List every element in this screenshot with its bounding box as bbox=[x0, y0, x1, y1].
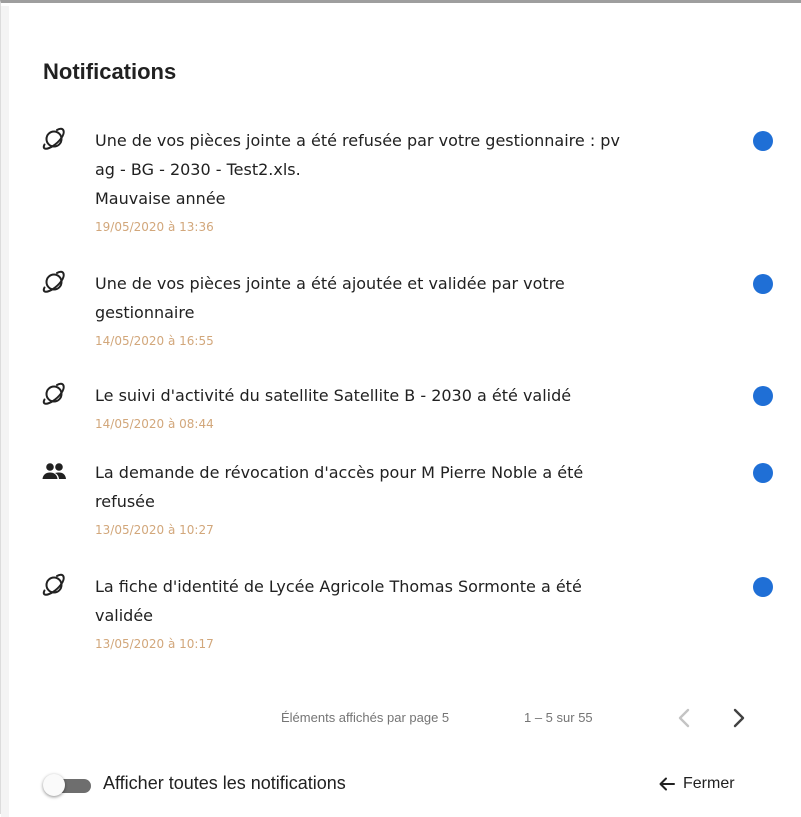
notification-message-line: Une de vos pièces jointe a été ajoutée e… bbox=[95, 274, 565, 293]
show-all-toggle[interactable] bbox=[43, 774, 93, 796]
panel-footer: Afficher toutes les notifications Fermer bbox=[9, 769, 799, 799]
satellite-icon bbox=[42, 382, 65, 405]
satellite-icon bbox=[42, 573, 65, 596]
toggle-knob bbox=[43, 774, 65, 796]
notification-date: 14/05/2020 à 16:55 bbox=[95, 334, 214, 348]
people-icon bbox=[42, 463, 66, 479]
paginator: Éléments affichés par page 5 1 – 5 sur 5… bbox=[9, 703, 799, 733]
notification-message-line: La fiche d'identité de Lycée Agricole Th… bbox=[95, 577, 582, 596]
notification-date: 13/05/2020 à 10:17 bbox=[95, 637, 214, 651]
next-page-button[interactable] bbox=[725, 703, 753, 733]
panel-title: Notifications bbox=[43, 59, 177, 84]
backdrop-strip bbox=[1, 6, 9, 817]
notification-content: Une de vos pièces jointe a été ajoutée e… bbox=[95, 269, 695, 351]
previous-page-button[interactable] bbox=[671, 703, 699, 733]
unread-dot[interactable] bbox=[753, 577, 773, 597]
arrow-left-icon bbox=[659, 777, 675, 791]
notification-content: Le suivi d'activité du satellite Satelli… bbox=[95, 381, 695, 434]
notification-message-line: refusée bbox=[95, 492, 155, 511]
notification-message-line: La demande de révocation d'accès pour M … bbox=[95, 463, 584, 482]
close-button-label: Fermer bbox=[683, 775, 735, 792]
unread-dot[interactable] bbox=[753, 274, 773, 294]
chevron-left-icon bbox=[678, 708, 690, 728]
satellite-icon bbox=[42, 127, 65, 150]
notification-message-line: ag - BG - 2030 - Test2.xls. bbox=[95, 160, 301, 179]
notification-message-line: gestionnaire bbox=[95, 303, 195, 322]
notification-content: La fiche d'identité de Lycée Agricole Th… bbox=[95, 572, 695, 654]
unread-dot[interactable] bbox=[753, 386, 773, 406]
items-per-page-label: Éléments affichés par page 5 bbox=[281, 710, 450, 725]
notification-date: 13/05/2020 à 10:27 bbox=[95, 523, 214, 537]
chevron-right-icon bbox=[733, 708, 745, 728]
notification-content: La demande de révocation d'accès pour M … bbox=[95, 458, 695, 540]
notification-message-line: Le suivi d'activité du satellite Satelli… bbox=[95, 386, 572, 405]
notifications-panel: Notifications Une de vos pièces jointe a… bbox=[9, 6, 799, 817]
notification-content: Une de vos pièces jointe a été refusée p… bbox=[95, 126, 695, 237]
satellite-icon bbox=[42, 270, 65, 293]
notification-date: 14/05/2020 à 08:44 bbox=[95, 417, 214, 431]
page-range-label: 1 – 5 sur 55 bbox=[524, 710, 593, 725]
close-button[interactable]: Fermer bbox=[657, 771, 735, 797]
show-all-toggle-label: Afficher toutes les notifications bbox=[103, 773, 346, 793]
notifications-window: Notifications Une de vos pièces jointe a… bbox=[0, 0, 801, 817]
notification-date: 19/05/2020 à 13:36 bbox=[95, 220, 214, 234]
notification-message-line: validée bbox=[95, 606, 154, 625]
notification-message-line: Mauvaise année bbox=[95, 189, 226, 208]
unread-dot[interactable] bbox=[753, 131, 773, 151]
unread-dot[interactable] bbox=[753, 463, 773, 483]
notification-message-line: Une de vos pièces jointe a été refusée p… bbox=[95, 131, 620, 150]
